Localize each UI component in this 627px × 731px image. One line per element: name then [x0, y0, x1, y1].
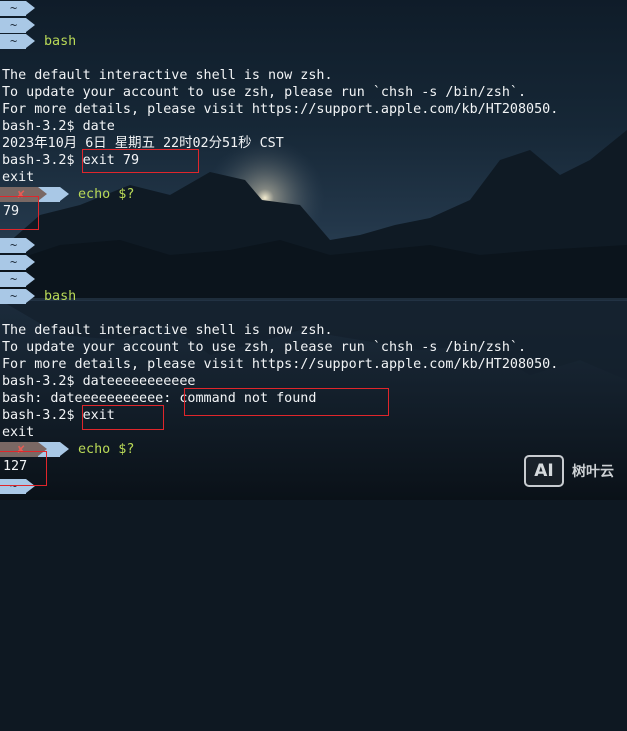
segment-arrow-icon [60, 187, 69, 201]
home-dir-segment: ~ [0, 18, 26, 33]
segment-arrow-icon [60, 442, 69, 456]
bash-command: bash [44, 34, 77, 49]
prompt-line: ~ bash [0, 288, 76, 305]
bash-command: bash [44, 289, 77, 304]
prompt-line: ~ [0, 0, 35, 17]
prompt-line: ~ [0, 17, 35, 34]
error-prefix: bash: dateeeeeeeeeee: [2, 391, 180, 406]
segment-arrow-icon [26, 1, 35, 15]
shell-message: The default interactive shell is now zsh… [2, 68, 333, 83]
prompt-line: ~ [0, 271, 35, 288]
shell-message: To update your account to use zsh, pleas… [2, 85, 527, 100]
highlight-box [82, 405, 164, 430]
highlight-bracket [0, 451, 47, 486]
shell-message: For more details, please visit https://s… [2, 102, 559, 117]
bash-prompt: bash-3.2$ [2, 153, 83, 168]
segment-arrow-icon [26, 289, 35, 303]
typo-command-line: bash-3.2$ dateeeeeeeeeee [2, 374, 196, 389]
exit-output: exit [2, 170, 35, 185]
watermark-text: 树叶云 [572, 464, 614, 480]
home-dir-segment: ~ [0, 1, 26, 16]
prompt-line: ~ [0, 237, 35, 254]
home-dir-segment [38, 187, 60, 202]
highlight-box [184, 388, 389, 416]
bash-prompt: bash-3.2$ [2, 408, 83, 423]
segment-arrow-icon [26, 272, 35, 286]
shell-message: For more details, please visit https://s… [2, 357, 559, 372]
prompt-line: ~ [0, 254, 35, 271]
segment-arrow-icon [26, 34, 35, 48]
shell-message: The default interactive shell is now zsh… [2, 323, 333, 338]
highlight-box [82, 149, 199, 173]
date-command-line: bash-3.2$ date [2, 119, 115, 134]
prompt-line: ~ bash [0, 33, 76, 50]
home-dir-segment: ~ [0, 255, 26, 270]
terminal-window[interactable]: ~ ~ ~ bash The default interactive shell… [0, 0, 627, 500]
shell-message: To update your account to use zsh, pleas… [2, 340, 527, 355]
exit-output: exit [2, 425, 35, 440]
home-dir-segment: ~ [0, 34, 26, 49]
home-dir-segment: ~ [0, 238, 26, 253]
segment-arrow-icon [26, 238, 35, 252]
segment-arrow-icon [26, 255, 35, 269]
highlight-bracket [0, 196, 39, 230]
segment-arrow-icon [26, 18, 35, 32]
echo-command: echo $? [78, 442, 135, 457]
home-dir-segment: ~ [0, 289, 26, 304]
echo-command: echo $? [78, 187, 135, 202]
home-dir-segment: ~ [0, 272, 26, 287]
watermark-logo: AI [524, 455, 564, 487]
